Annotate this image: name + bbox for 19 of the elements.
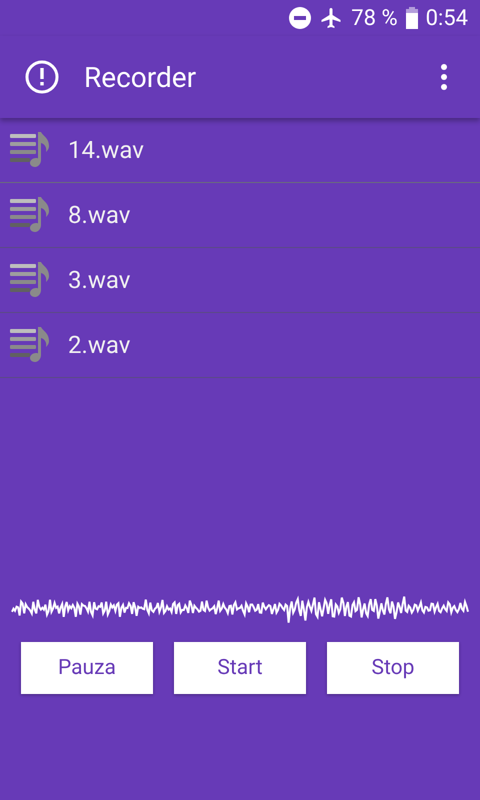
recording-item[interactable]: 2.wav — [0, 313, 480, 378]
recording-item[interactable]: 8.wav — [0, 183, 480, 248]
battery-percentage: 78 % — [351, 6, 398, 30]
file-name: 3.wav — [68, 266, 130, 294]
control-button[interactable]: Stop — [327, 642, 459, 694]
app-title: Recorder — [84, 60, 198, 94]
file-name: 14.wav — [68, 136, 144, 164]
control-button[interactable]: Pauza — [21, 642, 153, 694]
do-not-disturb-icon — [289, 7, 312, 29]
alert-icon[interactable] — [24, 59, 60, 95]
control-button[interactable]: Start — [174, 642, 306, 694]
airplane-icon — [319, 6, 344, 30]
clock-time: 0:54 — [426, 6, 468, 30]
recording-item[interactable]: 14.wav — [0, 118, 480, 183]
more-options-icon[interactable] — [440, 63, 448, 91]
file-name: 2.wav — [68, 331, 130, 359]
file-name: 8.wav — [68, 201, 130, 229]
battery-icon — [406, 7, 418, 29]
recording-item[interactable]: 3.wav — [0, 248, 480, 313]
